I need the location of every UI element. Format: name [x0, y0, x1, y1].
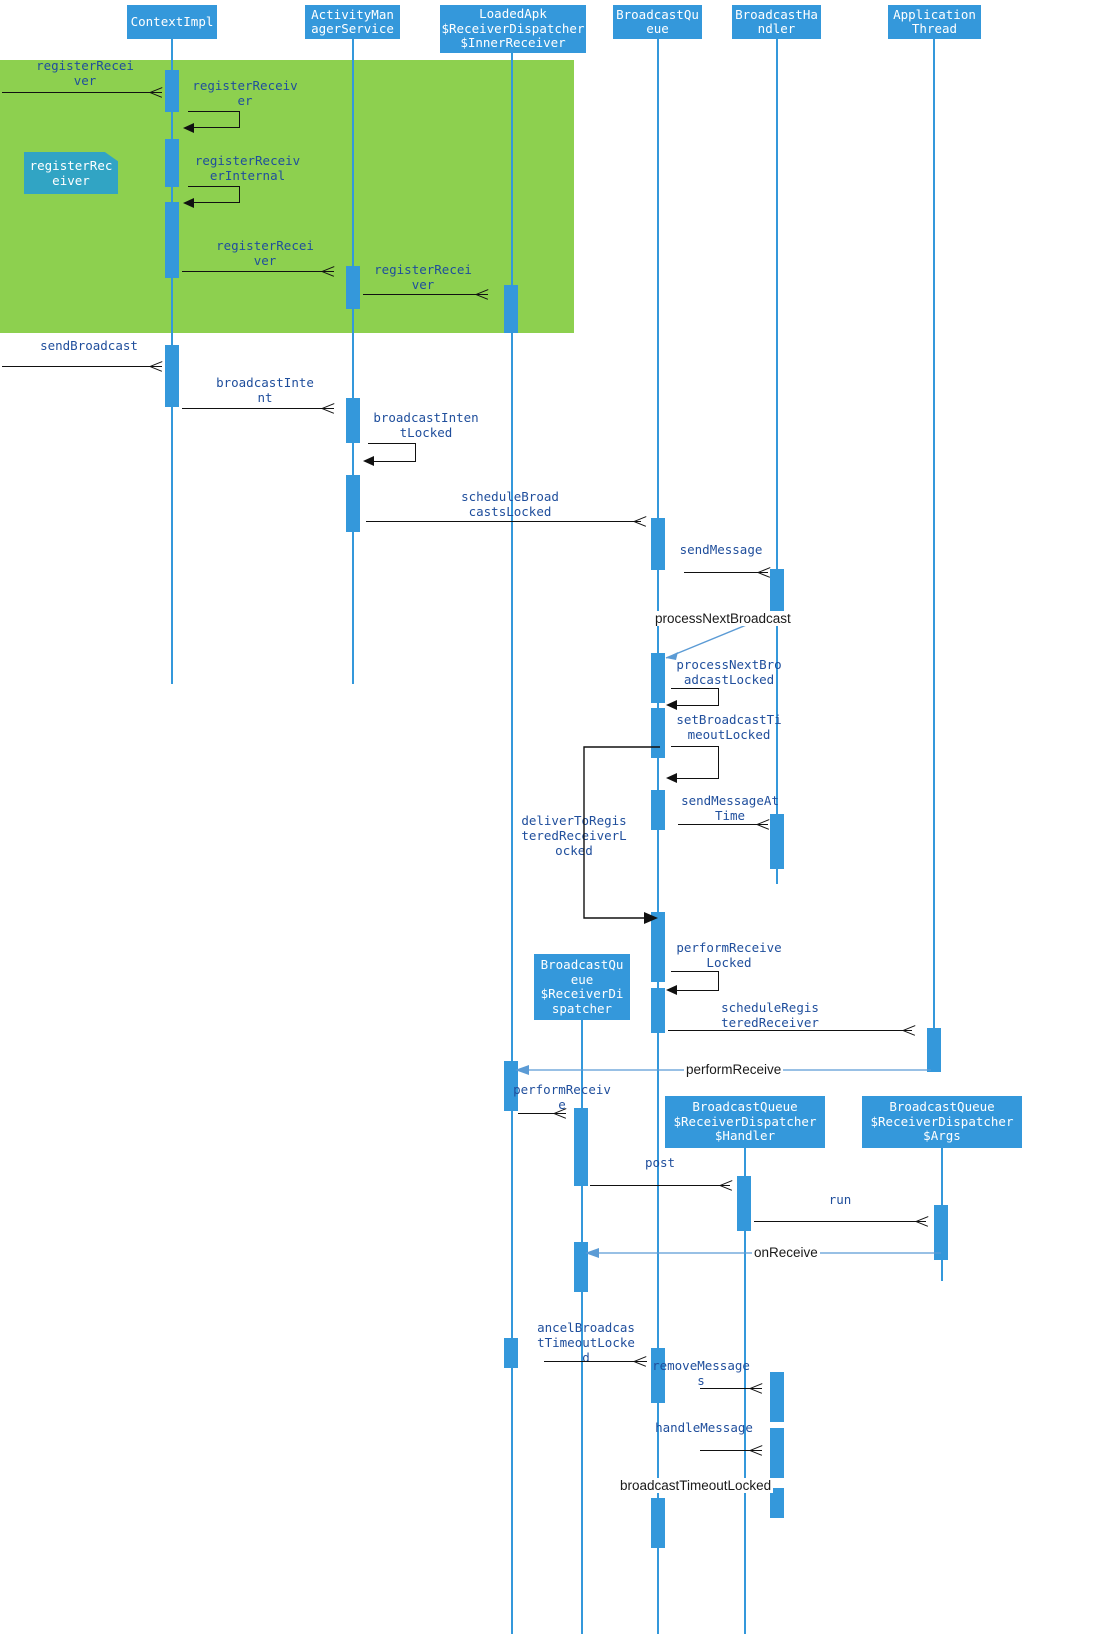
- message-label-schedulebroadcastslocked: scheduleBroad castsLocked: [461, 489, 559, 519]
- sequence-diagram-canvas: ContextImpl ActivityMan agerService Load…: [0, 0, 1102, 1634]
- activation-bar: [504, 1338, 518, 1368]
- message-label-processnextbroadcast: processNextBroadcast: [653, 611, 793, 626]
- activation-bar: [504, 285, 518, 333]
- activation-bar: [737, 1176, 751, 1231]
- message-label-processnextbroadcastlocked: processNextBro adcastLocked: [676, 657, 782, 687]
- self-message-wide-loop: [583, 746, 660, 924]
- message-label-registerreceiver-entry: registerRecei ver: [36, 58, 134, 88]
- activation-bar: [165, 139, 179, 187]
- lifeline-header-broadcastqueue[interactable]: BroadcastQu eue: [613, 5, 702, 39]
- self-message-bracket: [188, 111, 240, 128]
- lifeline-header-appthread[interactable]: Application Thread: [888, 5, 981, 39]
- message-label-run: run: [828, 1192, 852, 1207]
- note-registerreceiver: registerRec eiver: [24, 152, 118, 194]
- message-label-performreceivelocked: performReceive Locked: [676, 940, 782, 970]
- message-arrow: [544, 1361, 647, 1362]
- activation-bar: [651, 1498, 665, 1548]
- message-label-post: post: [644, 1155, 676, 1170]
- activation-bar: [165, 345, 179, 407]
- message-label-broadcasttimeoutlocked: broadcastTimeoutLocked: [618, 1478, 774, 1493]
- activation-bar: [346, 398, 360, 443]
- self-message-bracket: [671, 688, 719, 706]
- self-message-bracket: [368, 443, 416, 462]
- message-arrow: [678, 824, 768, 825]
- message-label-registerreceiver-self: registerReceiv er: [192, 78, 298, 108]
- message-label-performreceive: performReceive: [684, 1062, 784, 1077]
- activation-bar: [770, 1428, 784, 1478]
- lifeline-ams: [352, 39, 354, 684]
- message-label-sendmessageattime: sendMessageAt Time: [681, 793, 779, 823]
- arrowhead-icon: [666, 700, 677, 710]
- lifeline-header-receiverdispatcher[interactable]: BroadcastQu eue $ReceiverDi spatcher: [534, 954, 630, 1020]
- activation-bar: [770, 1372, 784, 1422]
- message-label-sendmessage: sendMessage: [679, 542, 763, 557]
- activation-bar: [346, 475, 360, 532]
- activation-bar: [165, 70, 179, 112]
- activation-bar: [651, 988, 665, 1033]
- message-arrow: [590, 1185, 730, 1186]
- message-arrow: [182, 271, 334, 272]
- message-arrow: [2, 366, 162, 367]
- lifeline-header-ams[interactable]: ActivityMan agerService: [305, 5, 400, 39]
- message-label-cancelbroadcasttimeoutlocked: ancelBroadcas tTimeoutLocke d: [537, 1320, 635, 1365]
- arrowhead-icon: [183, 198, 194, 208]
- arrowhead-icon: [183, 123, 194, 133]
- message-label-registerreceiverinternal: registerReceiv erInternal: [194, 153, 301, 183]
- message-label-registerreceiver-to-innerreceiver: registerRecei ver: [374, 262, 472, 292]
- self-message-bracket: [671, 746, 719, 779]
- self-message-bracket: [188, 186, 240, 203]
- message-arrow: [366, 521, 641, 522]
- message-arrow: [518, 1113, 566, 1114]
- message-label-sendbroadcast: sendBroadcast: [40, 338, 138, 353]
- self-message-bracket: [671, 971, 719, 991]
- message-arrow: [363, 294, 488, 295]
- message-arrow: [2, 92, 162, 93]
- message-label-registerreceiver-to-ams: registerRecei ver: [216, 238, 314, 268]
- lifeline-header-rd-handler[interactable]: BroadcastQueue $ReceiverDispatcher $Hand…: [665, 1096, 825, 1148]
- lifeline-header-broadcasthandler[interactable]: BroadcastHa ndler: [732, 5, 821, 39]
- activation-bar: [574, 1108, 588, 1186]
- message-label-onreceive: onReceive: [752, 1245, 820, 1260]
- lifeline-appthread: [933, 39, 935, 1069]
- message-label-removemessages: removeMessage s: [652, 1358, 750, 1388]
- message-arrow: [668, 1030, 912, 1031]
- message-label-handlemessage: handleMessage: [655, 1420, 753, 1435]
- arrowhead-icon: [363, 456, 374, 466]
- arrowhead-icon: [666, 985, 677, 995]
- message-label-scheduleregisteredreceiver: scheduleRegis teredReceiver: [721, 1000, 819, 1030]
- message-label-broadcastintentlocked: broadcastInten tLocked: [373, 410, 479, 440]
- lifeline-broadcasthandler: [776, 39, 778, 884]
- message-label-setbroadcasttimeoutlocked: setBroadcastTi meoutLocked: [676, 712, 782, 742]
- message-arrow: [754, 1221, 926, 1222]
- lifeline-header-rd-args[interactable]: BroadcastQueue $ReceiverDispatcher $Args: [862, 1096, 1022, 1148]
- activation-bar: [346, 266, 360, 309]
- message-label-broadcastintent: broadcastInte nt: [216, 375, 314, 405]
- message-label-performreceive-dispatch: performReceiv e: [513, 1082, 611, 1112]
- message-arrow: [684, 572, 768, 573]
- message-arrow: [182, 408, 334, 409]
- lifeline-header-contextimpl[interactable]: ContextImpl: [127, 5, 217, 39]
- lifeline-header-innerreceiver[interactable]: LoadedApk $ReceiverDispatcher $InnerRece…: [440, 5, 586, 53]
- activation-bar: [165, 202, 179, 278]
